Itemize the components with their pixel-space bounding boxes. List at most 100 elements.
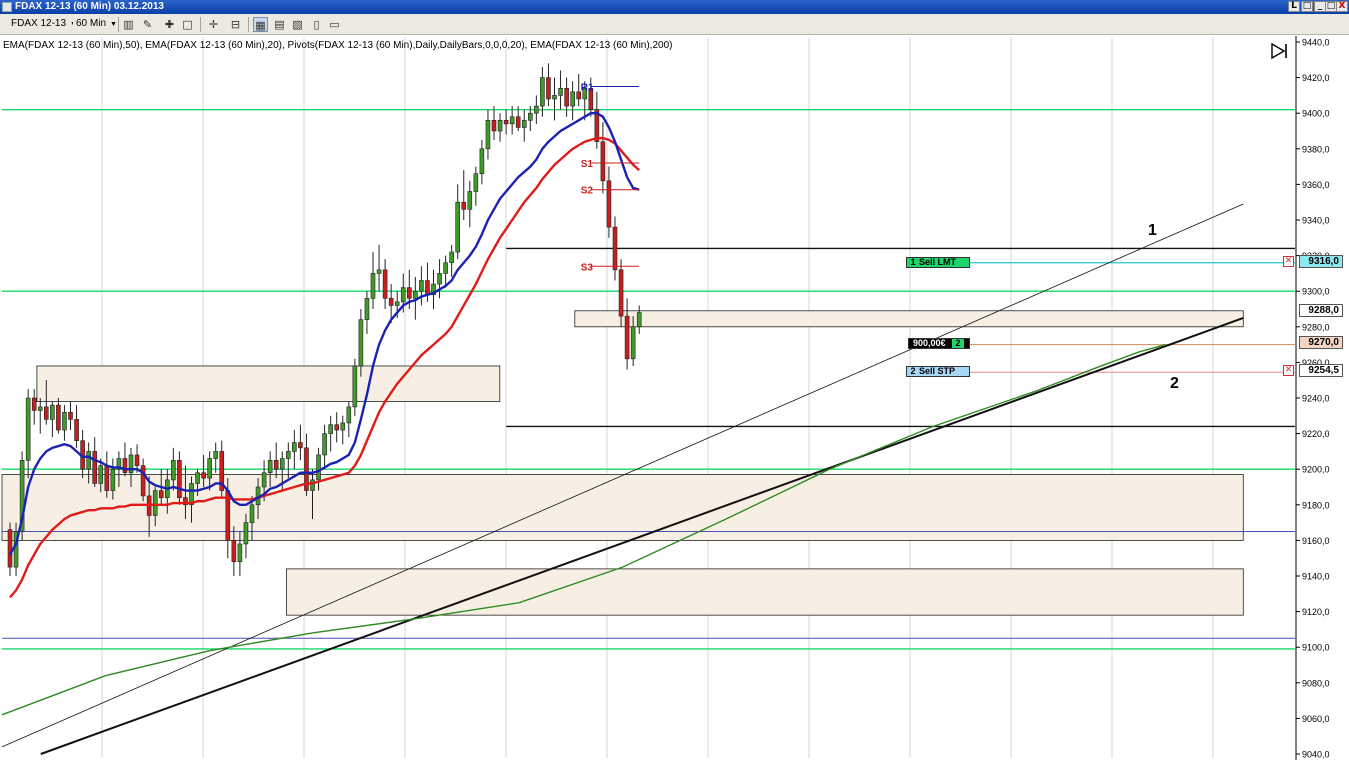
y-tick-label: 9120,0 — [1302, 607, 1330, 617]
candle-body — [461, 201, 467, 210]
support-zone — [1, 474, 1244, 541]
candle-body — [449, 251, 454, 264]
candle-body — [86, 451, 91, 470]
candle-body — [437, 273, 442, 285]
candle-body — [358, 319, 364, 367]
candle-body — [546, 77, 551, 100]
candle-body — [25, 397, 31, 461]
candle-body — [110, 468, 116, 491]
sell-stop-qty: 2 — [910, 366, 916, 376]
candle-body — [122, 458, 128, 474]
y-tick-label: 9100,0 — [1302, 643, 1330, 653]
scroll-to-end-icon[interactable] — [1270, 43, 1288, 59]
candle-body — [37, 406, 43, 411]
pivot-label: S3 — [581, 262, 594, 273]
candle-body — [570, 91, 575, 107]
y-tick-label: 9220,0 — [1302, 429, 1330, 439]
pivot-label: R1 — [581, 83, 594, 94]
y-tick-label: 9180,0 — [1302, 500, 1330, 510]
price-chart[interactable]: R1 S1 S2 S3 1 2 9440,0 9420,0 9400,0 9380,0 9360,0… — [0, 0, 1349, 760]
candle-body — [534, 105, 539, 114]
support-zone — [286, 568, 1244, 616]
candle-body — [479, 148, 485, 175]
candle-body — [612, 226, 618, 271]
candle-body — [388, 298, 394, 306]
candle-body — [195, 472, 200, 484]
candle-body — [491, 120, 497, 132]
candle-body — [322, 433, 327, 456]
candle-body — [552, 95, 557, 100]
y-tick-label: 9060,0 — [1302, 714, 1330, 724]
sell-stop-price-tag: 9254,5 — [1299, 364, 1343, 377]
pivot-label: S1 — [581, 159, 594, 170]
candle-body — [413, 290, 418, 299]
candle-body — [334, 424, 340, 431]
candle-body — [394, 301, 400, 306]
candle-body — [68, 411, 73, 420]
candle-body — [618, 269, 624, 317]
candle-body — [346, 406, 352, 424]
cancel-sell-stop-icon[interactable]: ✕ — [1283, 365, 1294, 376]
y-tick-label: 9300,0 — [1302, 287, 1330, 297]
candle-body — [527, 112, 533, 121]
candle-body — [630, 326, 636, 360]
candle-body — [43, 406, 49, 420]
pivot-label: S2 — [581, 186, 594, 197]
annotation-2: 2 — [1170, 375, 1179, 392]
candle-body — [509, 116, 515, 125]
candle-body — [207, 458, 212, 479]
candle-body — [50, 404, 55, 420]
candle-body — [521, 120, 527, 128]
position-pnl: 900,00€ — [913, 338, 946, 348]
position-price-tag: 9270,0 — [1299, 336, 1343, 349]
candle-body — [328, 424, 333, 434]
candle-body — [382, 269, 388, 299]
candle-body — [298, 442, 303, 449]
candle-body — [310, 479, 315, 491]
indicator-legend: EMA(FDAX 12-13 (60 Min),50), EMA(FDAX 12… — [3, 40, 673, 51]
sell-stop-order[interactable]: 2 Sell STP — [906, 366, 970, 377]
sell-limit-order[interactable]: 1 Sell LMT — [906, 257, 970, 268]
y-tick-label: 9420,0 — [1302, 73, 1330, 83]
candle-body — [213, 451, 218, 459]
candle-body — [455, 201, 461, 253]
candle-body — [485, 120, 491, 150]
candle-body — [606, 180, 612, 228]
candle-body — [140, 465, 146, 497]
candle-body — [158, 490, 164, 498]
y-tick-label: 9400,0 — [1302, 109, 1330, 119]
sell-limit-price-tag: 9316,0 — [1299, 255, 1343, 268]
candle-body — [56, 404, 61, 431]
last-price-tag: 9288,0 — [1299, 304, 1343, 317]
candle-body — [503, 120, 509, 125]
candle-body — [171, 459, 176, 481]
y-tick-label: 9080,0 — [1302, 678, 1330, 688]
candle-body — [243, 522, 249, 545]
y-tick-label: 9360,0 — [1302, 180, 1330, 190]
candle-body — [279, 458, 285, 470]
candle-body — [249, 504, 255, 523]
annotation-1: 1 — [1148, 222, 1157, 239]
position-marker[interactable]: 900,00€ 2 — [908, 338, 970, 349]
candle-body — [406, 287, 412, 299]
sell-limit-qty: 1 — [910, 257, 916, 267]
candle-body — [267, 459, 273, 474]
candle-body — [419, 280, 424, 292]
candle-body — [74, 419, 79, 442]
candle-body — [31, 397, 37, 411]
candle-body — [237, 543, 243, 563]
cancel-sell-limit-icon[interactable]: ✕ — [1283, 256, 1294, 267]
candle-body — [564, 87, 569, 107]
candle-body — [558, 87, 563, 96]
candle-body — [201, 472, 206, 479]
candle-body — [273, 459, 279, 470]
y-tick-label: 9440,0 — [1302, 38, 1330, 48]
candle-body — [364, 298, 370, 320]
y-tick-label: 9280,0 — [1302, 322, 1330, 332]
candle-body — [600, 141, 606, 182]
y-tick-label: 9240,0 — [1302, 394, 1330, 404]
support-zone — [36, 365, 501, 402]
candle-body — [370, 273, 376, 299]
y-tick-label: 9340,0 — [1302, 216, 1330, 226]
candle-body — [62, 411, 67, 431]
